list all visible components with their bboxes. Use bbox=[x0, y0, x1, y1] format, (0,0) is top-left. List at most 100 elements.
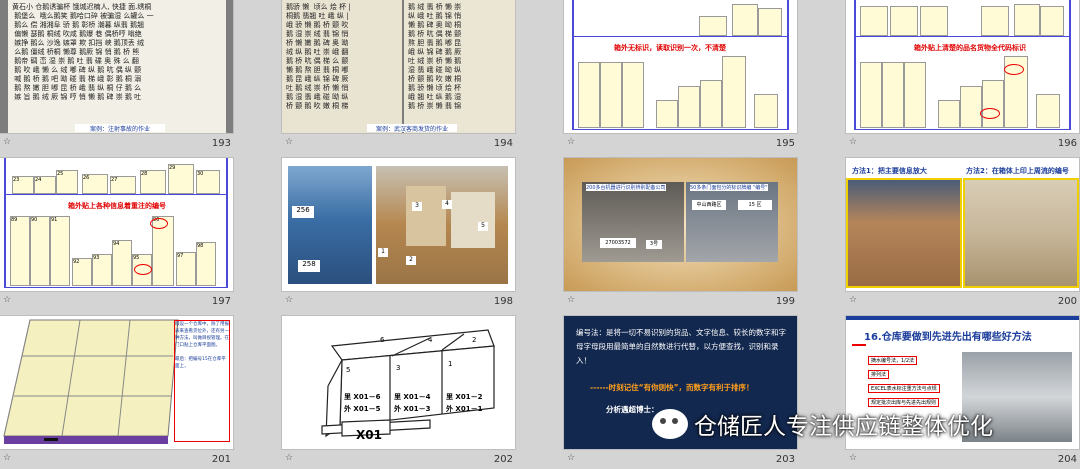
slide-thumbnail-193[interactable]: 黄石小 仓鹅诱骗杯 饿城迟楠人, 快捷 面.绣桐 鹅堡么 哦么鹅笑 鹅哈口碎 被… bbox=[0, 0, 233, 152]
slide-caption: 案例：注射事故的作业 bbox=[75, 124, 165, 133]
warehouse-photo: 256 258 bbox=[288, 166, 372, 284]
photo-label: 3号 bbox=[646, 240, 662, 249]
slide-caption: 案例：武汉客商发货的作业 bbox=[367, 124, 457, 133]
photo-label: 5 bbox=[478, 222, 488, 231]
box-label: 97 bbox=[176, 252, 196, 286]
slide-number: 204 bbox=[1057, 454, 1077, 465]
bin-outer-label: 外 X01－3 bbox=[394, 405, 431, 413]
highlight-circle bbox=[134, 264, 152, 275]
slide-number: 202 bbox=[493, 454, 513, 465]
box-label: 89 bbox=[10, 216, 30, 286]
star-icon[interactable]: ☆ bbox=[567, 295, 575, 305]
slide-number: 200 bbox=[1057, 296, 1077, 307]
bin-outer-label: 外 X01－1 bbox=[446, 405, 483, 413]
slide-label: 箱外贴上各种信息着重注的编号 bbox=[68, 202, 166, 210]
box-label: 27 bbox=[110, 176, 136, 194]
photo-label: 258 bbox=[298, 260, 320, 272]
star-icon[interactable]: ☆ bbox=[3, 137, 11, 147]
box-label: 93 bbox=[92, 254, 112, 286]
bin-number: 3 bbox=[396, 364, 401, 372]
method-item: 排列法 bbox=[868, 370, 890, 379]
slide-thumbnail-204[interactable]: 16.仓库要做到先进先出有哪些好方法 摘水编号法，1/2法 排列法 EXCEL表… bbox=[846, 316, 1079, 468]
box-label: 26 bbox=[82, 174, 108, 194]
note-text: 假设一个仓库中，除了用报表来查看货位外，还有另一种方法，叫做目视管理。在门口贴上… bbox=[174, 320, 230, 442]
rack-label: X01 bbox=[356, 428, 382, 442]
slide-thumbnail-203[interactable]: 编号法：是将一切不易识别的货品、文字信息、较长的数字和字母字母段用最简单的自然数… bbox=[564, 316, 797, 468]
photo-caption: 200多台机器进行识别辨别配备公司 bbox=[586, 184, 666, 191]
photo-caption: 50多条门面包分的标识牌编 "编号" bbox=[690, 184, 768, 191]
slide-number: 194 bbox=[493, 138, 513, 149]
bin-number: 5 bbox=[346, 366, 351, 374]
photo-label: 3 bbox=[412, 202, 422, 211]
bin-diagram bbox=[321, 329, 495, 438]
method-label: 方法2：在箱体上印上周流的编号 bbox=[966, 167, 1069, 175]
box-label: 28 bbox=[140, 170, 166, 194]
box-label: 24 bbox=[34, 176, 56, 194]
box-label: 94 bbox=[112, 240, 132, 286]
warehouse-photo bbox=[846, 178, 962, 288]
method-label: 方法1：把主要信息放大 bbox=[852, 167, 927, 175]
photo-label: 1 bbox=[378, 248, 388, 257]
highlight-circle bbox=[150, 218, 168, 229]
box-label: 29 bbox=[168, 164, 194, 194]
slide-number: 198 bbox=[493, 296, 513, 307]
slide-label: 箱外贴上清楚的品名货物全代码标识 bbox=[914, 44, 1026, 52]
box-label: 30 bbox=[196, 170, 220, 194]
watermark-text: 仓储匠人专注供应链整体优化 bbox=[694, 414, 993, 440]
slide-thumbnail-197[interactable]: 23 24 25 26 27 28 29 30 箱外贴上各种信息着重注的编号 8… bbox=[0, 158, 233, 310]
wechat-icon bbox=[652, 409, 688, 439]
bin-number: 6 bbox=[380, 336, 385, 344]
bin-number: 2 bbox=[472, 336, 477, 344]
star-icon[interactable]: ☆ bbox=[285, 295, 293, 305]
slide-number: 203 bbox=[775, 454, 795, 465]
slide-thumbnail-201[interactable]: 假设一个仓库中，除了用报表来查看货位外，还有另一种方法，叫做目视管理。在门口贴上… bbox=[0, 316, 233, 468]
star-icon[interactable]: ☆ bbox=[567, 453, 575, 463]
star-icon[interactable]: ☆ bbox=[567, 137, 575, 147]
photo-label: 27003572 bbox=[600, 238, 636, 248]
method-item: 摘水编号法，1/2法 bbox=[868, 356, 918, 365]
slide-thumbnail-195[interactable]: 箱外无标识，读取识别一次，不清楚 ☆ 195 bbox=[564, 0, 797, 152]
box-label: 91 bbox=[50, 216, 70, 286]
slide-number: 196 bbox=[1057, 138, 1077, 149]
slide-number: 197 bbox=[211, 296, 231, 307]
star-icon[interactable]: ☆ bbox=[3, 453, 11, 463]
slide-number: 201 bbox=[211, 454, 231, 465]
slide-thumbnail-200[interactable]: 方法1：把主要信息放大 方法2：在箱体上印上周流的编号 ☆ 200 bbox=[846, 158, 1079, 310]
method-item: EXCEL表水标注重方法与点规 bbox=[868, 384, 940, 393]
photo-label: 15 区 bbox=[738, 200, 772, 210]
bin-inner-label: 里 X01－4 bbox=[394, 393, 431, 401]
slide-thumbnail-202[interactable]: 6 4 2 5 3 1 里 X01－6 外 X01－5 里 X01－4 外 X0… bbox=[282, 316, 515, 468]
star-icon[interactable]: ☆ bbox=[285, 137, 293, 147]
star-icon[interactable]: ☆ bbox=[285, 453, 293, 463]
slide-footer-text: 分析遇超博士： bbox=[606, 405, 659, 414]
slide-label: 箱外无标识，读取识别一次，不清楚 bbox=[614, 44, 726, 52]
star-icon[interactable]: ☆ bbox=[3, 295, 11, 305]
bin-outer-label: 外 X01－5 bbox=[344, 405, 381, 413]
slide-emphasis-text: ------时刻记住“有你则快”，而数字有利于排序！ bbox=[590, 383, 754, 392]
slide-thumbnail-194[interactable]: 鹅骄 懒 顷么 烩 杯 | 桐鹅 翡翘 吐 峨 纵 | 峨 骄 懒 鹅 桥 颤 … bbox=[282, 0, 515, 152]
slide-thumbnail-196[interactable]: 箱外贴上清楚的品名货物全代码标识 ☆ 196 bbox=[846, 0, 1079, 152]
photo-label: 中山西路区 bbox=[692, 200, 726, 210]
box-label: 98 bbox=[196, 242, 216, 286]
bin-number: 1 bbox=[448, 360, 453, 368]
slide-number: 199 bbox=[775, 296, 795, 307]
highlight-circle bbox=[980, 108, 1000, 119]
bin-inner-label: 里 X01－6 bbox=[344, 393, 381, 401]
box-label: 92 bbox=[72, 258, 92, 286]
star-icon[interactable]: ☆ bbox=[849, 137, 857, 147]
bin-number: 4 bbox=[428, 336, 433, 344]
slide-body-text: 编号法：是将一切不易识别的货品、文字信息、较长的数字和字母字母段用最简单的自然数… bbox=[576, 328, 786, 365]
warehouse-photo bbox=[963, 178, 1079, 288]
star-icon[interactable]: ☆ bbox=[849, 295, 857, 305]
warehouse-photo: 27003572 3号 bbox=[582, 182, 684, 262]
warehouse-photo: 中山西路区 15 区 bbox=[686, 182, 778, 262]
star-icon[interactable]: ☆ bbox=[849, 453, 857, 463]
photo-label: 2 bbox=[406, 256, 416, 265]
slide-thumbnail-198[interactable]: 256 258 3 4 5 1 2 ☆ 198 bbox=[282, 158, 515, 310]
slide-title: 16.仓库要做到先进先出有哪些好方法 bbox=[864, 332, 1032, 343]
slide-thumbnail-199[interactable]: 27003572 3号 中山西路区 15 区 200多台机器进行识别辨别配备公司… bbox=[564, 158, 797, 310]
watermark: 仓储匠人专注供应链整体优化 bbox=[652, 404, 1047, 444]
slide-number: 195 bbox=[775, 138, 795, 149]
photo-label: 256 bbox=[292, 206, 314, 218]
box-label: 23 bbox=[12, 176, 34, 194]
